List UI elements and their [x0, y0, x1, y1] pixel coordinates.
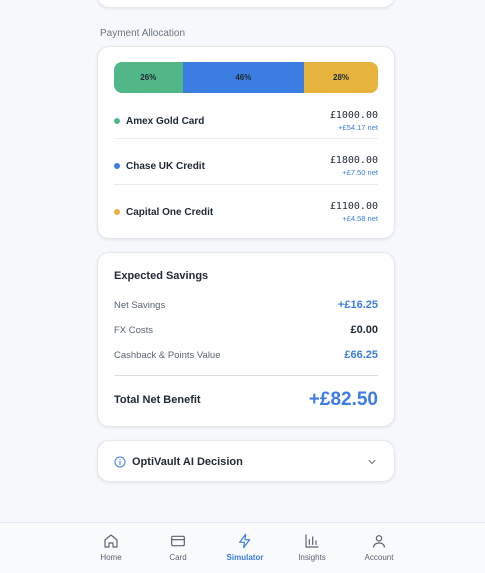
allocation-bar: 26% 46% 28% — [114, 62, 378, 93]
allocation-segment-chase: 46% — [182, 62, 305, 93]
allocation-net: +£7.50 net — [342, 168, 378, 177]
nav-item-simulator[interactable]: Simulator — [215, 533, 275, 562]
nav-item-home[interactable]: Home — [81, 533, 141, 562]
home-icon — [103, 533, 119, 549]
card-name: Capital One Credit — [126, 206, 214, 218]
nav-item-card[interactable]: Card — [148, 533, 208, 562]
net-savings-value: +£16.25 — [337, 299, 378, 311]
cashback-points-value: £66.25 — [344, 349, 378, 361]
allocation-segment-capital-one: 28% — [304, 62, 378, 93]
bar-chart-icon — [304, 533, 320, 549]
fx-costs-label: FX Costs — [114, 324, 154, 336]
nav-item-account[interactable]: Account — [349, 533, 409, 562]
card-name: Amex Gold Card — [126, 115, 205, 127]
allocation-row-capital-one: Capital One Credit £1100.00 +£4.58 net — [114, 190, 378, 234]
net-savings-row: Net Savings +£16.25 — [114, 297, 378, 313]
allocation-amount: £1100.00 — [329, 201, 378, 212]
cashback-points-label: Cashback & Points Value — [114, 349, 221, 361]
amex-color-dot — [114, 118, 120, 124]
previous-card — [97, 0, 395, 8]
fx-costs-value: £0.00 — [350, 324, 378, 336]
total-net-benefit-value: +£82.50 — [308, 389, 378, 410]
allocation-amount: £1000.00 — [329, 110, 378, 121]
total-net-benefit-label: Total Net Benefit — [114, 394, 201, 406]
info-icon — [114, 456, 126, 468]
nav-label-insights: Insights — [298, 553, 326, 562]
card-name: Chase UK Credit — [126, 160, 205, 172]
expected-savings-title: Expected Savings — [114, 270, 209, 282]
chase-color-dot — [114, 163, 120, 169]
nav-label-card: Card — [169, 553, 187, 562]
ai-decision-accordion[interactable]: OptiVault AI Decision — [97, 440, 395, 482]
nav-label-home: Home — [100, 553, 122, 562]
nav-label-account: Account — [364, 553, 394, 562]
nav-label-simulator: Simulator — [226, 553, 264, 562]
allocation-row-chase: Chase UK Credit £1800.00 +£7.50 net — [114, 144, 378, 188]
allocation-net: +£54.17 net — [338, 123, 378, 132]
bottom-nav: Home Card Simulator Insights Account — [0, 522, 485, 573]
row-divider — [114, 138, 378, 139]
allocation-net: +£4.58 net — [342, 214, 378, 223]
ai-decision-title: OptiVault AI Decision — [132, 456, 243, 468]
credit-card-icon — [170, 533, 186, 549]
expected-savings-card: Expected Savings Net Savings +£16.25 FX … — [97, 252, 395, 427]
payment-allocation-label: Payment Allocation — [100, 28, 186, 39]
allocation-row-amex: Amex Gold Card £1000.00 +£54.17 net — [114, 99, 378, 143]
fx-costs-row: FX Costs £0.00 — [114, 322, 378, 338]
row-divider — [114, 184, 378, 185]
chevron-down-icon[interactable] — [366, 456, 378, 468]
payment-allocation-card: 26% 46% 28% Amex Gold Card £1000.00 +£54… — [97, 46, 395, 239]
capital-one-color-dot — [114, 209, 120, 215]
net-savings-label: Net Savings — [114, 299, 166, 311]
savings-divider — [114, 375, 378, 376]
lightning-icon — [237, 533, 253, 549]
nav-item-insights[interactable]: Insights — [282, 533, 342, 562]
allocation-segment-amex: 26% — [114, 62, 183, 93]
cashback-points-row: Cashback & Points Value £66.25 — [114, 347, 378, 363]
allocation-amount: £1800.00 — [329, 155, 378, 166]
user-icon — [371, 533, 387, 549]
total-net-benefit-row: Total Net Benefit +£82.50 — [114, 386, 378, 414]
